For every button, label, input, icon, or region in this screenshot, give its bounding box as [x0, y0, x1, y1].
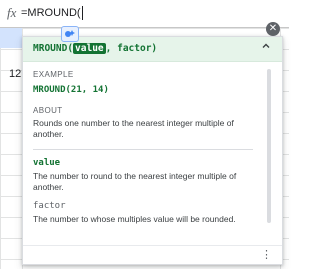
close-icon[interactable]: ✕ [266, 22, 280, 36]
function-signature: MROUND(value, factor) [33, 43, 157, 54]
formula-help-footer: ⋮ [23, 245, 282, 264]
help-scrollbar[interactable] [267, 69, 271, 223]
example-label: EXAMPLE [33, 70, 74, 79]
example-code: MROUND(21, 14) [33, 85, 109, 95]
formula-text: =MROUND( [21, 7, 81, 19]
divider [33, 149, 253, 150]
about-text: Rounds one number to the nearest integer… [33, 118, 234, 139]
more-vert-icon[interactable]: ⋮ [261, 248, 272, 262]
formula-help-body: EXAMPLE MROUND(21, 14) ABOUT Rounds one … [33, 70, 258, 225]
param-description-factor: The number to whose multiples value will… [33, 214, 236, 224]
chevron-up-icon[interactable] [259, 41, 273, 55]
signature-function-name: MROUND( [33, 43, 74, 54]
signature-active-param: value [73, 43, 106, 54]
text-caret [81, 6, 83, 20]
about-label: ABOUT [33, 106, 63, 115]
formula-input[interactable]: =MROUND( [21, 2, 83, 24]
param-description-value: The number to round to the nearest integ… [33, 171, 237, 192]
param-name-factor: factor [33, 201, 66, 211]
ai-assist-icon[interactable] [61, 26, 79, 42]
param-name-value: value [33, 158, 61, 168]
formula-help-panel: MROUND(value, factor) EXAMPLE MROUND(21,… [22, 36, 283, 265]
formula-bar: fx =MROUND( [0, 0, 289, 28]
selected-cell-highlight [0, 28, 22, 48]
signature-rest: , factor) [105, 43, 158, 54]
cell-value[interactable]: 12 [9, 68, 21, 80]
function-icon: fx [7, 5, 17, 20]
